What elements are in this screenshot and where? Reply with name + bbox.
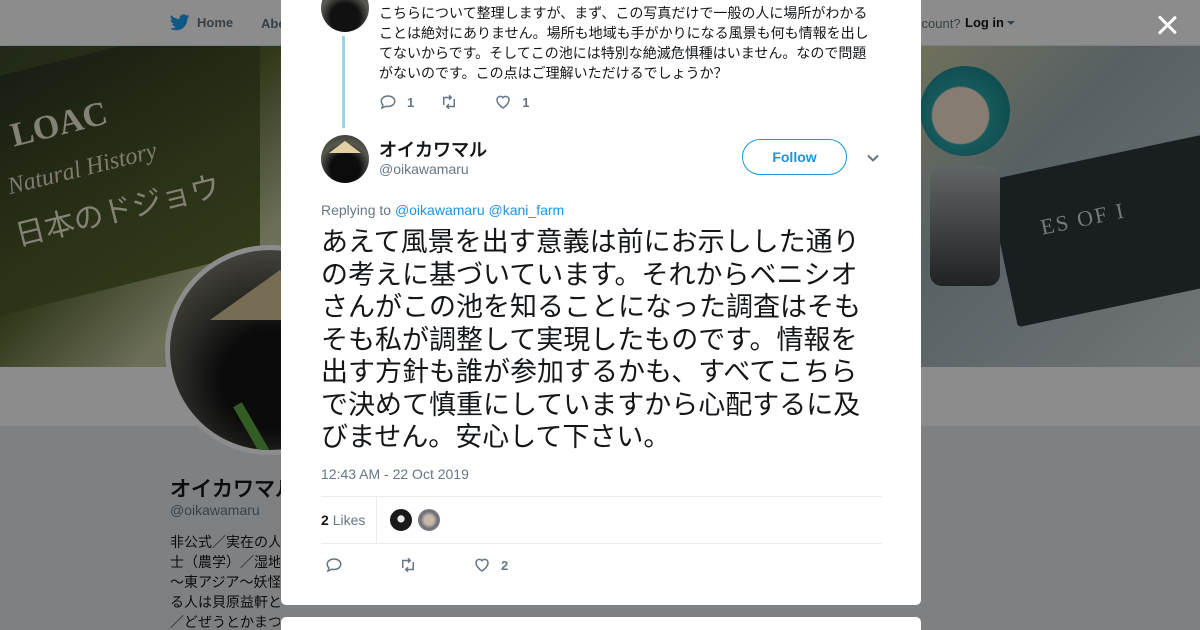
liker-avatar[interactable] bbox=[389, 508, 413, 532]
replying-user-link[interactable]: @oikawamaru bbox=[395, 202, 485, 218]
likes-stat[interactable]: 2 Likes bbox=[321, 512, 365, 528]
previous-tweet-avatar[interactable] bbox=[321, 0, 369, 32]
like-button[interactable]: 1 bbox=[494, 93, 529, 111]
reply-icon bbox=[380, 95, 396, 110]
retweet-button[interactable] bbox=[440, 93, 468, 111]
tweet-text: あえて風景を出す意義は前にお示しした通りの考えに基づいています。それからベニシオ… bbox=[321, 227, 861, 453]
likes-count: 2 bbox=[321, 512, 329, 528]
tweet-stats: 2 Likes bbox=[321, 496, 882, 544]
tweet-actions: 2 bbox=[325, 556, 554, 574]
avatar-hat-shape bbox=[329, 141, 361, 153]
heart-icon bbox=[496, 95, 510, 109]
like-button[interactable]: 2 bbox=[473, 556, 508, 574]
reply-button[interactable] bbox=[325, 556, 353, 574]
heart-icon bbox=[475, 558, 489, 572]
likes-label: Likes bbox=[332, 512, 366, 528]
follow-button[interactable]: Follow bbox=[742, 139, 847, 175]
close-icon[interactable] bbox=[1154, 12, 1180, 38]
reply-icon bbox=[326, 558, 342, 573]
thread-connector-line bbox=[342, 36, 345, 128]
previous-tweet-actions: 1 1 bbox=[379, 93, 555, 111]
author-handle[interactable]: @oikawamaru bbox=[379, 161, 469, 177]
author-name[interactable]: オイカワマル bbox=[379, 136, 487, 162]
tweet-modal: こちらについて整理しますが、まず、この写真だけで一般の人に場所がわかることは絶対… bbox=[281, 0, 921, 605]
next-tweet-card bbox=[281, 617, 921, 630]
reply-count: 1 bbox=[407, 94, 415, 110]
replying-prefix: Replying to bbox=[321, 202, 392, 218]
retweet-icon bbox=[443, 94, 456, 110]
stats-divider bbox=[376, 497, 377, 544]
liker-avatar[interactable] bbox=[417, 508, 441, 532]
tweet-timestamp[interactable]: 12:43 AM - 22 Oct 2019 bbox=[321, 466, 469, 482]
retweet-button[interactable] bbox=[399, 556, 427, 574]
reply-button[interactable]: 1 bbox=[379, 93, 414, 111]
replying-user-link[interactable]: @kani_farm bbox=[489, 202, 565, 218]
chevron-down-icon[interactable] bbox=[865, 150, 881, 166]
retweet-icon bbox=[402, 557, 414, 573]
like-count: 2 bbox=[501, 557, 509, 573]
replying-to: Replying to @oikawamaru @kani_farm bbox=[321, 202, 564, 218]
previous-tweet-text: こちらについて整理しますが、まず、この写真だけで一般の人に場所がわかることは絶対… bbox=[379, 5, 869, 81]
like-count: 1 bbox=[522, 94, 530, 110]
author-avatar[interactable] bbox=[321, 135, 369, 183]
